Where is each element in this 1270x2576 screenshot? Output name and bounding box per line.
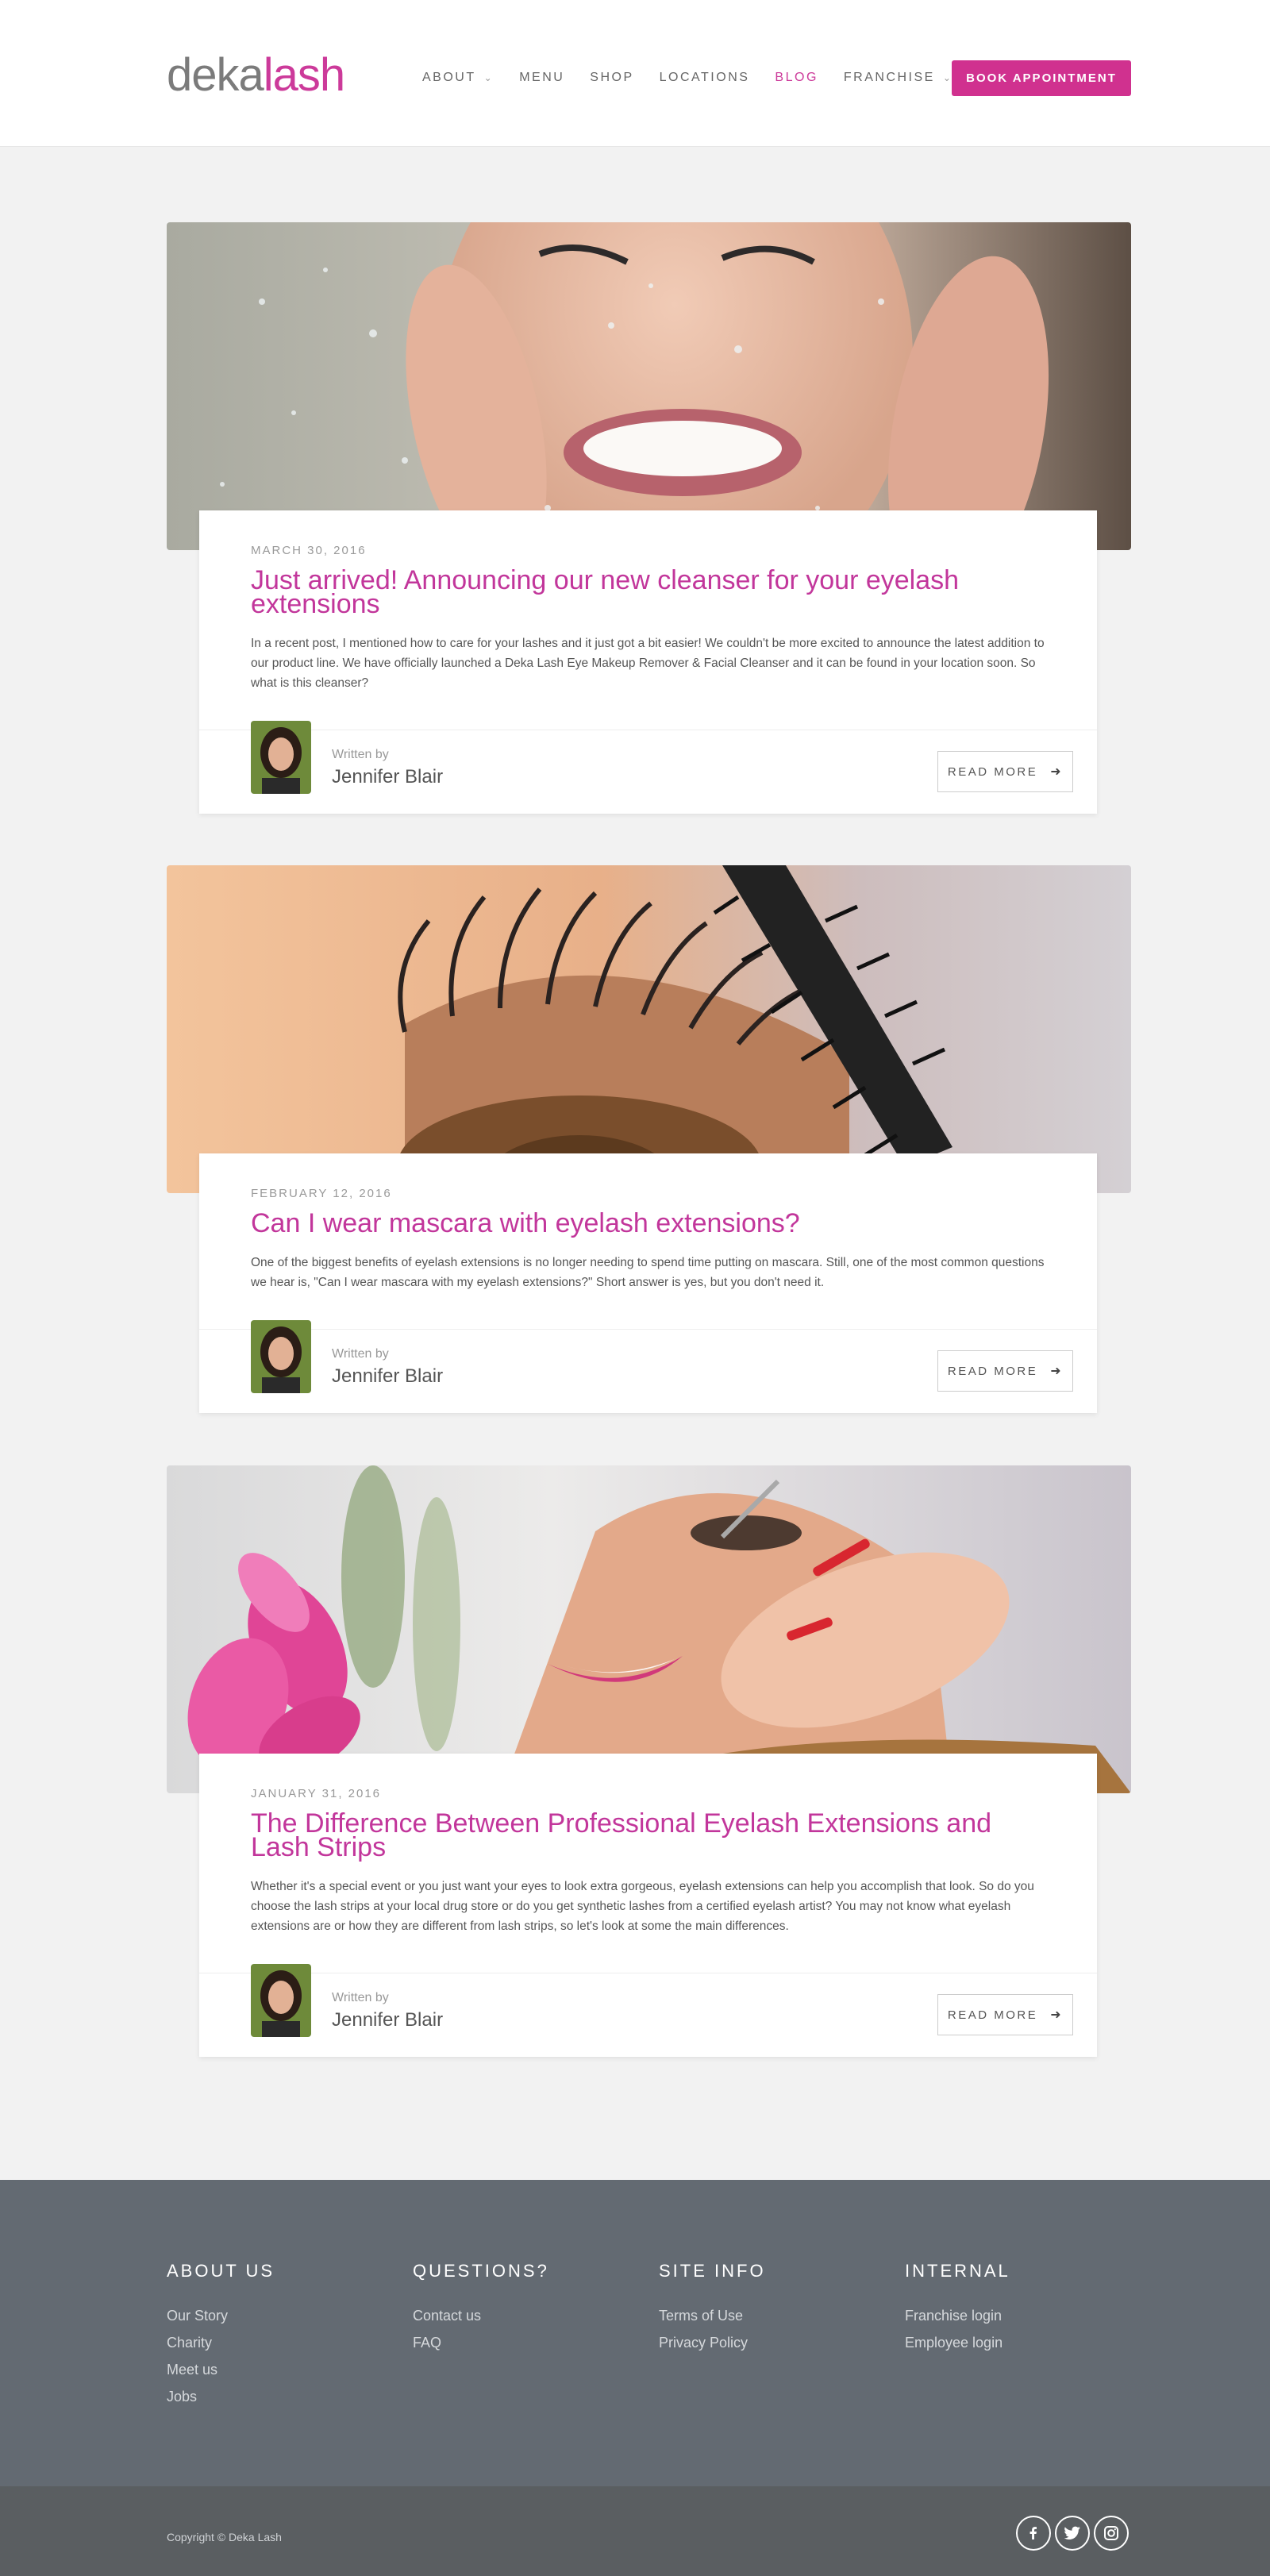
nav-item-franchise[interactable]: FRANCHISE ⌄ — [844, 71, 953, 85]
footer-link-privacy[interactable]: Privacy Policy — [659, 2329, 897, 2356]
footer-heading: QUESTIONS? — [413, 2261, 549, 2281]
nav-label: MENU — [519, 71, 565, 84]
post-card: FEBRUARY 12, 2016 Can I wear mascara wit… — [199, 1153, 1097, 1413]
footer-link-charity[interactable]: Charity — [167, 2329, 405, 2356]
face-splash-image — [167, 222, 1131, 550]
facebook-icon[interactable] — [1016, 2516, 1051, 2551]
post-title[interactable]: Can I wear mascara with eyelash extensio… — [251, 1210, 1045, 1237]
footer-heading: INTERNAL — [905, 2261, 1010, 2281]
post-hero-image[interactable] — [167, 865, 1131, 1193]
post-hero-image[interactable] — [167, 1465, 1131, 1793]
footer-link-terms[interactable]: Terms of Use — [659, 2302, 897, 2329]
read-more-label: READ MORE — [947, 2008, 1038, 2022]
footer-heading: ABOUT US — [167, 2261, 275, 2281]
post-card: MARCH 30, 2016 Just arrived! Announcing … — [199, 510, 1097, 814]
post-title[interactable]: Just arrived! Announcing our new cleanse… — [251, 567, 1045, 618]
post-excerpt: One of the biggest benefits of eyelash e… — [251, 1256, 1045, 1289]
arrow-right-icon: ➜ — [1050, 765, 1064, 779]
post-excerpt: Whether it's a special event or you just… — [251, 1880, 1034, 1933]
blog-post: JANUARY 31, 2016 The Difference Between … — [167, 1465, 1131, 2057]
footer-column-about: ABOUT US Our Story Charity Meet us Jobs — [167, 2261, 405, 2410]
blog-post: MARCH 30, 2016 Just arrived! Announcing … — [167, 222, 1131, 814]
book-appointment-button[interactable]: BOOK APPOINTMENT — [952, 60, 1131, 96]
post-footer: Written by Jennifer Blair READ MORE ➜ — [199, 1964, 1097, 2057]
nav-item-shop[interactable]: SHOP — [590, 71, 633, 85]
author-name: Jennifer Blair — [332, 2009, 444, 2031]
footer-link-faq[interactable]: FAQ — [413, 2329, 651, 2356]
post-hero-image[interactable] — [167, 222, 1131, 550]
sub-footer: Copyright © Deka Lash — [0, 2486, 1270, 2576]
footer-column-internal: INTERNAL Franchise login Employee login — [905, 2261, 1143, 2356]
twitter-icon[interactable] — [1055, 2516, 1090, 2551]
written-by-label: Written by — [332, 1991, 389, 2004]
arrow-right-icon: ➜ — [1050, 1365, 1064, 1378]
post-date: JANUARY 31, 2016 — [251, 1787, 382, 1800]
site-header: dekalash ABOUT ⌄ MENU SHOP LOCATIONS BLOG… — [0, 0, 1270, 147]
footer-link-our-story[interactable]: Our Story — [167, 2302, 405, 2329]
footer-link-jobs[interactable]: Jobs — [167, 2383, 405, 2410]
post-footer: Written by Jennifer Blair READ MORE ➜ — [199, 1320, 1097, 1413]
site-footer: ABOUT US Our Story Charity Meet us Jobs … — [0, 2180, 1270, 2486]
footer-column-site-info: SITE INFO Terms of Use Privacy Policy — [659, 2261, 897, 2356]
copyright-text: Copyright © Deka Lash — [167, 2531, 282, 2543]
main-nav: ABOUT ⌄ MENU SHOP LOCATIONS BLOG FRANCHIS… — [422, 68, 978, 87]
arrow-right-icon: ➜ — [1050, 2008, 1064, 2022]
post-date: MARCH 30, 2016 — [251, 544, 367, 557]
author-name: Jennifer Blair — [332, 1365, 444, 1387]
post-footer: Written by Jennifer Blair READ MORE ➜ — [199, 721, 1097, 814]
nav-label: BLOG — [775, 71, 818, 84]
nav-item-locations[interactable]: LOCATIONS — [660, 71, 750, 85]
author-name: Jennifer Blair — [332, 766, 444, 787]
author-avatar — [251, 1320, 311, 1393]
nav-label: LOCATIONS — [659, 71, 750, 84]
logo[interactable]: dekalash — [167, 48, 345, 103]
nav-item-about[interactable]: ABOUT ⌄ — [422, 71, 494, 85]
footer-link-contact[interactable]: Contact us — [413, 2302, 651, 2329]
footer-heading: SITE INFO — [659, 2261, 766, 2281]
nav-label: ABOUT — [422, 71, 476, 84]
footer-link-meet-us[interactable]: Meet us — [167, 2356, 405, 2383]
footer-column-questions: QUESTIONS? Contact us FAQ — [413, 2261, 651, 2356]
written-by-label: Written by — [332, 1347, 389, 1361]
lash-application-image — [167, 1465, 1131, 1793]
blog-post: FEBRUARY 12, 2016 Can I wear mascara wit… — [167, 865, 1131, 1413]
read-more-button[interactable]: READ MORE ➜ — [937, 1994, 1073, 2035]
chevron-down-icon: ⌄ — [483, 72, 495, 83]
post-card: JANUARY 31, 2016 The Difference Between … — [199, 1754, 1097, 2057]
read-more-button[interactable]: READ MORE ➜ — [937, 1350, 1073, 1392]
post-title[interactable]: The Difference Between Professional Eyel… — [251, 1810, 1045, 1861]
logo-text-deka: deka — [167, 49, 264, 101]
author-avatar — [251, 1964, 311, 2037]
mascara-eye-image — [167, 865, 1131, 1193]
instagram-icon[interactable] — [1094, 2516, 1129, 2551]
nav-item-blog[interactable]: BLOG — [775, 71, 818, 85]
read-more-label: READ MORE — [947, 764, 1038, 779]
author-avatar — [251, 721, 311, 794]
post-date: FEBRUARY 12, 2016 — [251, 1187, 392, 1200]
nav-label: FRANCHISE — [843, 71, 935, 84]
written-by-label: Written by — [332, 748, 389, 761]
post-excerpt: In a recent post, I mentioned how to car… — [251, 637, 1045, 690]
read-more-label: READ MORE — [947, 1364, 1038, 1378]
nav-label: SHOP — [590, 71, 634, 84]
nav-item-menu[interactable]: MENU — [519, 71, 564, 85]
footer-link-franchise-login[interactable]: Franchise login — [905, 2302, 1143, 2329]
read-more-button[interactable]: READ MORE ➜ — [937, 751, 1073, 792]
logo-text-lash: lash — [263, 49, 345, 101]
footer-link-employee-login[interactable]: Employee login — [905, 2329, 1143, 2356]
